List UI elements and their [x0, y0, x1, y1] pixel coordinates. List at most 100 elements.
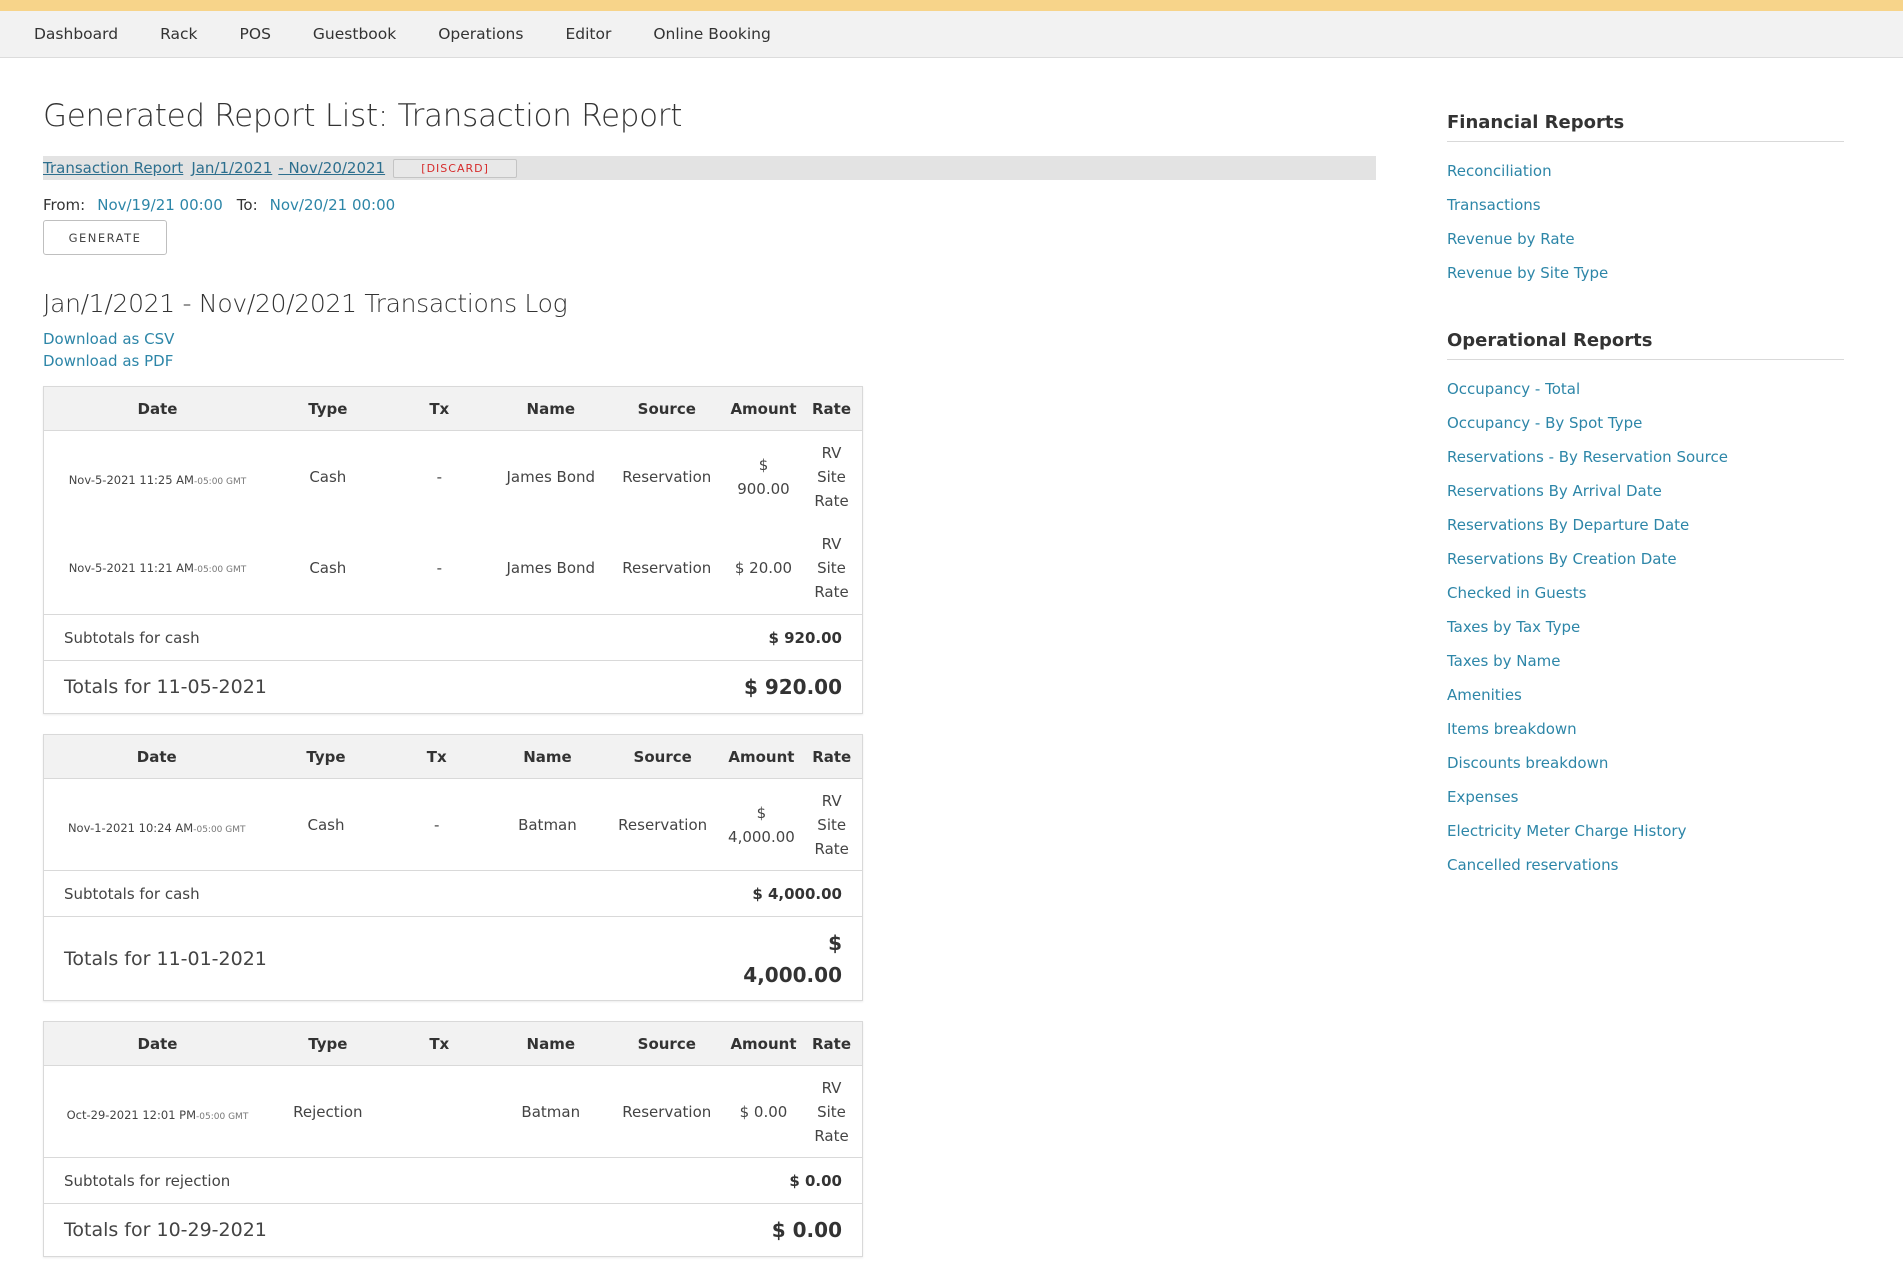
report-start-link[interactable]: Jan/1/2021 [191, 159, 272, 177]
sidebar-item-cancelled-reservations[interactable]: Cancelled reservations [1447, 848, 1844, 882]
column-header[interactable]: Type [270, 386, 385, 431]
amount-text-cont: 900.00 [737, 479, 790, 498]
rate-text: RV [821, 1078, 842, 1097]
sidebar-item-revenue-by-site-type[interactable]: Revenue by Site Type [1447, 256, 1844, 290]
column-header[interactable]: Amount [721, 734, 802, 779]
column-header[interactable]: Amount [725, 1021, 802, 1066]
tx-cell: - [436, 559, 442, 578]
source-link[interactable]: Reservation [608, 523, 726, 615]
nav-guestbook[interactable]: Guestbook [313, 25, 396, 43]
sidebar-item-occupancy-total[interactable]: Occupancy - Total [1447, 372, 1844, 406]
column-header[interactable]: Tx [384, 386, 494, 431]
amount-text: $ 20.00 [734, 559, 793, 578]
sidebar-item-reservations-by-source[interactable]: Reservations - By Reservation Source [1447, 440, 1844, 474]
rate-text: Site [817, 815, 847, 834]
tx-cell: - [436, 467, 442, 486]
column-header[interactable]: Rate [801, 734, 863, 779]
total-row: Totals for 11-01-2021 $4,000.00 [43, 916, 863, 1001]
timezone-text: -05:00 GMT [193, 476, 247, 487]
date-cell: Nov-5-2021 11:21 AM-05:00 GMT [44, 523, 271, 615]
column-header[interactable]: Rate [801, 1021, 863, 1066]
total-value-text-cont: 4,000.00 [743, 962, 842, 987]
column-header[interactable]: Tx [382, 734, 491, 779]
from-value[interactable]: Nov/19/21 00:00 [97, 196, 223, 214]
transactions-table: Date Type Tx Name Source Amount Rate Nov-5-2021… [43, 386, 863, 714]
source-link[interactable]: Reservation [608, 431, 726, 523]
to-value[interactable]: Nov/20/21 00:00 [270, 196, 396, 214]
sidebar-item-occupancy-by-spot-type[interactable]: Occupancy - By Spot Type [1447, 406, 1844, 440]
sidebar-item-revenue-by-rate[interactable]: Revenue by Rate [1447, 222, 1844, 256]
subtotal-row: Subtotals for cash $ 920.00 [43, 614, 863, 661]
nav-dashboard[interactable]: Dashboard [34, 25, 118, 43]
nav-online-booking[interactable]: Online Booking [653, 25, 770, 43]
sidebar-item-reservations-by-arrival[interactable]: Reservations By Arrival Date [1447, 474, 1844, 508]
download-csv-link[interactable]: Download as CSV [43, 330, 1378, 348]
sidebar-item-reservations-by-creation[interactable]: Reservations By Creation Date [1447, 542, 1844, 576]
column-header[interactable]: Rate [801, 386, 863, 431]
timezone-text: -05:00 GMT [193, 824, 246, 835]
sidebar-item-discounts-breakdown[interactable]: Discounts breakdown [1447, 746, 1844, 780]
transaction-groups: Date Type Tx Name Source Amount Rate Nov-5-2021… [43, 386, 1378, 1257]
report-end-link[interactable]: - Nov/20/2021 [278, 159, 385, 177]
table-row: Nov-1-2021 10:24 AM-05:00 GMT Cash - Batman… [44, 779, 863, 871]
column-header[interactable]: Date [43, 386, 271, 431]
total-value: $4,000.00 [603, 916, 863, 1001]
main-content: Generated Report List: Transaction Repor… [43, 58, 1378, 1257]
name-cell: Batman [518, 815, 577, 834]
column-header[interactable]: Name [493, 386, 608, 431]
sidebar-item-checked-in-guests[interactable]: Checked in Guests [1447, 576, 1844, 610]
sidebar-item-items-breakdown[interactable]: Items breakdown [1447, 712, 1844, 746]
download-pdf-link[interactable]: Download as PDF [43, 352, 1378, 370]
column-header[interactable]: Source [603, 734, 722, 779]
total-label: Totals for 11-05-2021 [43, 660, 608, 714]
source-link[interactable]: Reservation [608, 1066, 726, 1158]
financial-reports-list: Reconciliation Transactions Revenue by R… [1447, 154, 1844, 290]
column-header[interactable]: Tx [384, 1021, 494, 1066]
type-cell: Cash [309, 467, 347, 486]
amount-cell: $ 0.00 [726, 1066, 801, 1158]
tx-cell [385, 1066, 494, 1158]
operational-reports-title: Operational Reports [1447, 330, 1844, 360]
report-link[interactable]: Transaction Report [43, 159, 183, 177]
column-header[interactable]: Source [607, 386, 726, 431]
date-range: From: Nov/19/21 00:00 To: Nov/20/21 00:0… [43, 196, 1378, 214]
tx-cell: - [433, 815, 440, 834]
column-header[interactable]: Amount [725, 386, 802, 431]
subtotal-row: Subtotals for cash $ 4,000.00 [43, 870, 863, 917]
nav-operations[interactable]: Operations [438, 25, 523, 43]
name-cell: Batman [521, 1102, 581, 1121]
subtotal-label: Subtotals for rejection [43, 1157, 608, 1204]
transactions-table: Date Type Tx Name Source Amount Rate Nov-1-2021… [43, 734, 863, 1001]
column-header[interactable]: Type [269, 734, 383, 779]
generate-button[interactable]: GENERATE [43, 220, 167, 255]
amount-cell: $4,000.00 [721, 779, 801, 871]
sidebar-item-reservations-by-departure[interactable]: Reservations By Departure Date [1447, 508, 1844, 542]
amount-text-cont: 4,000.00 [728, 827, 795, 846]
total-value-text: $ 0.00 [771, 1218, 842, 1242]
sidebar-item-expenses[interactable]: Expenses [1447, 780, 1844, 814]
date-cell: Oct-29-2021 12:01 PM-05:00 GMT [44, 1066, 271, 1158]
top-navbar: Dashboard Rack POS Guestbook Operations … [0, 11, 1903, 58]
sidebar-item-amenities[interactable]: Amenities [1447, 678, 1844, 712]
column-header[interactable]: Name [493, 1021, 608, 1066]
rate-cell: RV Site Rate [801, 779, 862, 871]
column-header[interactable]: Source [607, 1021, 726, 1066]
nav-pos[interactable]: POS [240, 25, 271, 43]
column-header[interactable]: Date [43, 734, 270, 779]
nav-editor[interactable]: Editor [565, 25, 611, 43]
column-header[interactable]: Date [43, 1021, 271, 1066]
date-text: Oct-29-2021 12:01 PM [66, 1107, 197, 1122]
column-header[interactable]: Name [490, 734, 604, 779]
sidebar-item-electricity-meter-history[interactable]: Electricity Meter Charge History [1447, 814, 1844, 848]
source-link[interactable]: Reservation [604, 779, 722, 871]
rate-cell: RV Site Rate [801, 431, 862, 523]
sidebar-item-reconciliation[interactable]: Reconciliation [1447, 154, 1844, 188]
table-row: Nov-5-2021 11:21 AM-05:00 GMT Cash - James … [44, 523, 863, 615]
name-cell: James Bond [506, 467, 596, 486]
sidebar-item-taxes-by-tax-type[interactable]: Taxes by Tax Type [1447, 610, 1844, 644]
column-header[interactable]: Type [270, 1021, 385, 1066]
sidebar-item-transactions[interactable]: Transactions [1447, 188, 1844, 222]
nav-rack[interactable]: Rack [160, 25, 197, 43]
sidebar-item-taxes-by-name[interactable]: Taxes by Name [1447, 644, 1844, 678]
discard-button[interactable]: [DISCARD] [393, 158, 518, 178]
